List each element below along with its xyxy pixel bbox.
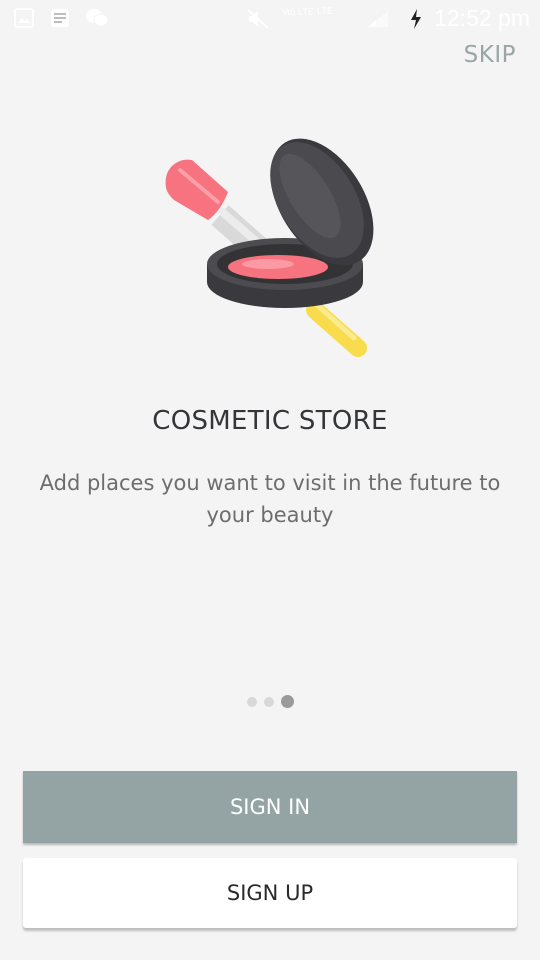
sign-up-button[interactable]: SIGN UP bbox=[23, 858, 517, 928]
mute-icon bbox=[247, 9, 269, 29]
slide-description: Add places you want to visit in the futu… bbox=[39, 471, 501, 527]
gallery-icon bbox=[14, 8, 34, 28]
lte-icon: LTE bbox=[317, 6, 333, 16]
brush-handle bbox=[306, 301, 367, 357]
cosmetic-compact-brush-icon bbox=[165, 138, 374, 357]
page-dot-1[interactable] bbox=[246, 696, 257, 707]
sign-in-button[interactable]: SIGN IN bbox=[23, 771, 517, 843]
slide-title: COSMETIC STORE bbox=[152, 406, 388, 436]
page-indicator bbox=[0, 695, 540, 708]
page-dot-3-active[interactable] bbox=[280, 695, 294, 708]
skip-button[interactable]: SKIP bbox=[464, 42, 516, 68]
status-time: 12:52 pm bbox=[434, 5, 530, 31]
volte-icon: Vo) LTE bbox=[282, 7, 314, 17]
brush-bristles bbox=[165, 159, 228, 220]
status-bar: Vo) LTE LTE 12:52 pm bbox=[0, 0, 540, 38]
charging-icon bbox=[411, 9, 421, 29]
message-icon bbox=[51, 9, 69, 27]
wechat-icon bbox=[86, 9, 109, 27]
signal-icon bbox=[368, 11, 388, 27]
page-dot-2[interactable] bbox=[263, 696, 274, 707]
